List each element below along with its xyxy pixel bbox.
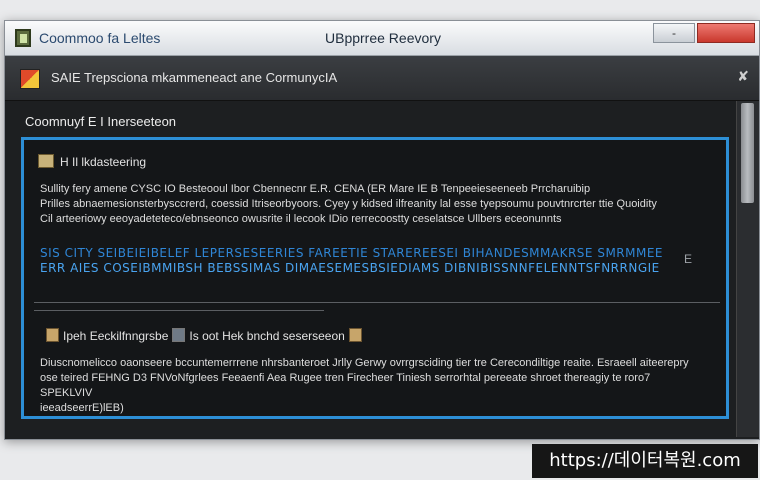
- section-heading-label: Is oot Hek bnchd seserseeon: [189, 329, 345, 343]
- blue-status-line: ERR AIES COSEIBMMIBSH BEBSSIMAS DIMAESEM…: [40, 261, 660, 275]
- folder-icon: [38, 154, 54, 168]
- divider: [34, 302, 720, 303]
- watermark: https://데이터복원.com: [532, 444, 758, 478]
- section-heading-label: Ipeh Eeckilfnngrsbe: [63, 329, 169, 343]
- paragraph-line: Sullity fery amene CYSC IO Besteooul Ibo…: [40, 183, 591, 195]
- details-panel: H Il lkdasteering Sullity fery amene CYS…: [21, 137, 729, 419]
- document-icon: [46, 328, 59, 342]
- vertical-scrollbar[interactable]: [736, 101, 759, 437]
- app-title: UBpprree Reevory: [325, 30, 441, 46]
- blue-line-end: E: [684, 252, 693, 266]
- section-paragraph: Sullity fery amene CYSC IO Besteooul Ibo…: [40, 182, 700, 227]
- header-text: SAIE Trepsciona mkammeneact ane Cormunyc…: [51, 70, 338, 85]
- window-title: Coommoo fa Leltes: [39, 30, 161, 46]
- paragraph-line: ose teired FEHNG D3 FNVoNfgrlees Feeaenf…: [40, 372, 651, 399]
- section-heading-label: H Il lkdasteering: [60, 155, 147, 169]
- divider: [34, 310, 324, 311]
- arrow-icon: [348, 328, 362, 342]
- chevron-down-icon[interactable]: ✘: [737, 68, 749, 85]
- close-button[interactable]: [697, 23, 755, 43]
- group-title: Coomnuyf E I Inerseeteon: [25, 114, 177, 129]
- section-heading: Ipeh Eeckilfnngrsbe Is oot Hek bnchd sese…: [42, 328, 366, 343]
- minimize-icon: -: [672, 26, 676, 40]
- application-window: Coommoo fa Leltes UBpprree Reevory - SAI…: [4, 20, 760, 440]
- paragraph-line: Prilles abnaemesionsterbysccrerd, coessi…: [40, 198, 657, 210]
- paragraph-line: Cil arteeriowy eeoyadeteteco/ebnseonco o…: [40, 213, 562, 225]
- title-bar[interactable]: Coommoo fa Leltes UBpprree Reevory -: [5, 21, 759, 56]
- windows-logo-icon: [20, 69, 40, 89]
- section-paragraph: Diuscnomelicco oaonseere bccuntemerrrene…: [40, 356, 700, 416]
- app-icon: [15, 29, 31, 47]
- blue-status-line: SIS CITY SEIBEIEIBELEF LEPERSESEERIES FA…: [40, 246, 663, 260]
- section-heading: H Il lkdasteering: [38, 154, 146, 169]
- file-icon: [172, 328, 186, 342]
- paragraph-line: ieeadseerrE)lEB): [40, 402, 124, 414]
- minimize-button[interactable]: -: [653, 23, 695, 43]
- paragraph-line: Diuscnomelicco oaonseere bccuntemerrrene…: [40, 357, 689, 369]
- scroll-thumb[interactable]: [741, 103, 754, 203]
- header-band: SAIE Trepsciona mkammeneact ane Cormunyc…: [5, 56, 759, 101]
